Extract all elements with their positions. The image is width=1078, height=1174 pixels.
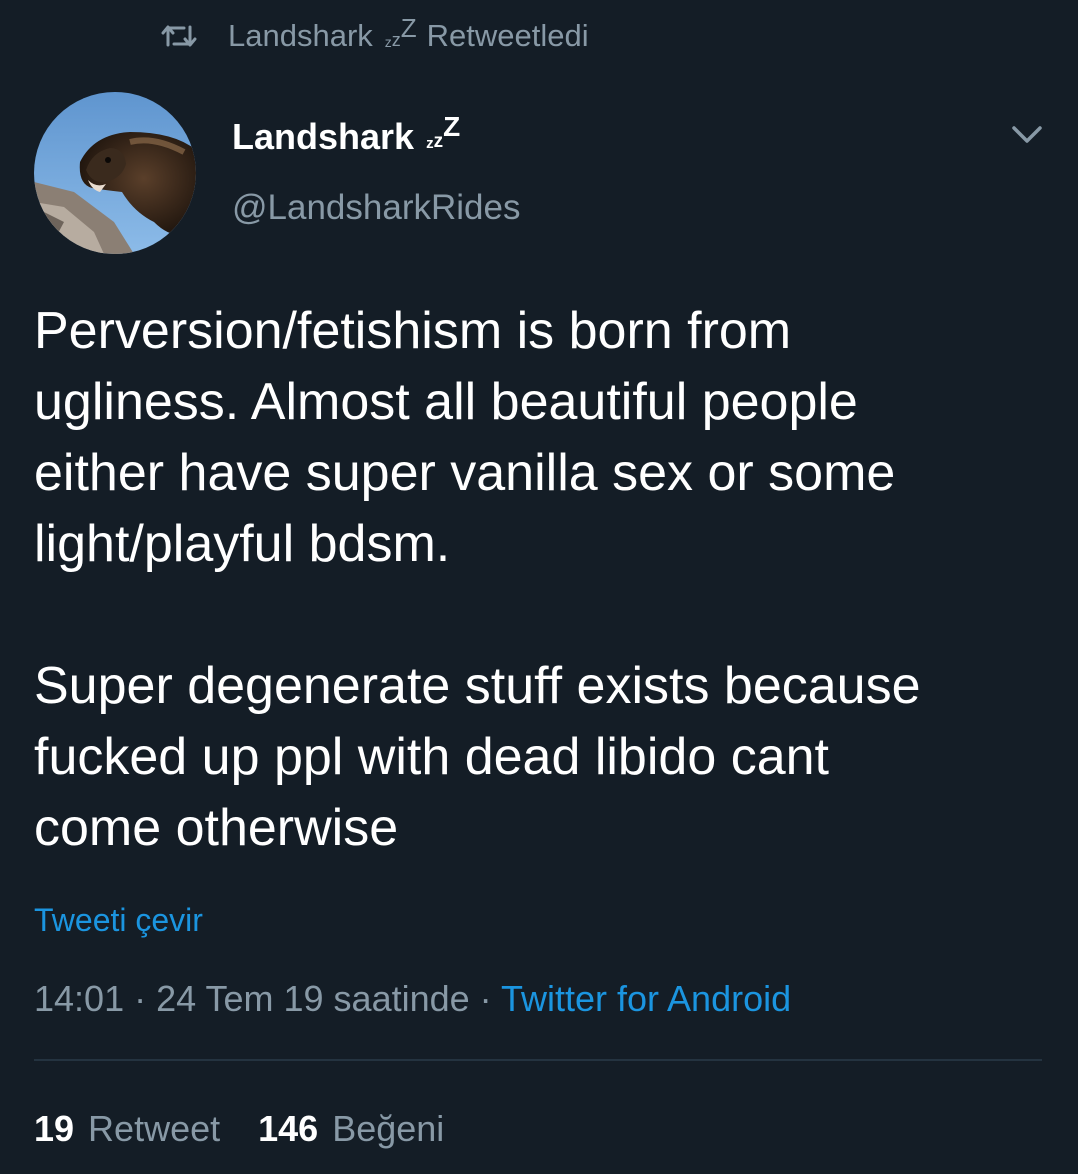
like-label: Beğeni bbox=[332, 1108, 445, 1149]
retweet-banner[interactable]: Landshark zzZ Retweetledi bbox=[160, 14, 589, 58]
like-count-stat[interactable]: 146 Beğeni bbox=[258, 1108, 444, 1150]
tweet-line: ugliness. Almost all beautiful people bbox=[34, 373, 858, 431]
retweeter-name: Landshark bbox=[228, 18, 373, 53]
retweet-label: Retweet bbox=[88, 1108, 221, 1149]
author-handle[interactable]: @LandsharkRides bbox=[232, 188, 520, 228]
tweet-line: either have super vanilla sex or some bbox=[34, 444, 896, 502]
tweet-line: Super degenerate stuff exists because bbox=[34, 657, 921, 715]
tweet-source-link[interactable]: Twitter for Android bbox=[501, 978, 791, 1019]
divider bbox=[34, 1059, 1042, 1061]
tweet-time: 14:01 bbox=[34, 978, 125, 1019]
sleep-emoji: zzZ bbox=[426, 111, 461, 152]
translate-tweet-link[interactable]: Tweeti çevir bbox=[34, 902, 203, 939]
tweet-line: fucked up ppl with dead libido cant bbox=[34, 728, 829, 786]
tweet-date: 24 Tem 19 saatinde bbox=[156, 978, 470, 1019]
meta-separator: · bbox=[124, 978, 157, 1019]
tweet-text: Perversion/fetishism is born from ugline… bbox=[34, 296, 1044, 864]
retweet-action-label: Retweetledi bbox=[426, 18, 589, 53]
retweet-count-stat[interactable]: 19 Retweet bbox=[34, 1108, 220, 1150]
like-count: 146 bbox=[258, 1108, 319, 1149]
tweet-line: Perversion/fetishism is born from bbox=[34, 302, 792, 360]
chevron-down-icon[interactable] bbox=[1008, 120, 1046, 150]
avatar[interactable] bbox=[34, 92, 196, 254]
sleep-emoji: zzZ bbox=[384, 13, 417, 50]
meta-separator: · bbox=[469, 978, 501, 1019]
tweet-stats: 19 Retweet 146 Beğeni bbox=[34, 1108, 444, 1150]
retweet-count: 19 bbox=[34, 1108, 75, 1149]
author-display-name[interactable]: Landshark zzZ bbox=[232, 111, 470, 158]
tweet-line: come otherwise bbox=[34, 799, 399, 857]
tweet-meta: 14:01 · 24 Tem 19 saatinde · Twitter for… bbox=[34, 978, 791, 1020]
retweet-icon bbox=[160, 21, 198, 51]
author-name-text: Landshark bbox=[232, 116, 415, 157]
tweet-line: light/playful bdsm. bbox=[34, 515, 451, 573]
